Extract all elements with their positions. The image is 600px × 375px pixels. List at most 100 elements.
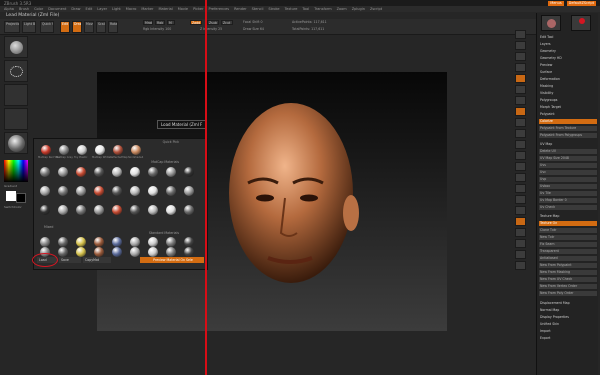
- texture-new-from-uv-check-button[interactable]: New From UV Check: [539, 277, 597, 282]
- view-control-icon[interactable]: [515, 140, 526, 149]
- tool-thumbnail[interactable]: [541, 15, 561, 31]
- matcap-material-swatch[interactable]: [112, 205, 122, 215]
- uv-uvc-button[interactable]: Uvc: [539, 170, 597, 175]
- quick-material-swatch[interactable]: [113, 145, 123, 155]
- standard-material-swatch[interactable]: [130, 237, 140, 247]
- standard-material-swatch[interactable]: [94, 237, 104, 247]
- head-model[interactable]: [213, 98, 373, 306]
- standard-material-swatch[interactable]: [184, 247, 194, 257]
- matcap-material-swatch[interactable]: [148, 186, 158, 196]
- standard-material-swatch[interactable]: [166, 237, 176, 247]
- view-control-icon[interactable]: [515, 63, 526, 72]
- standard-material-swatch[interactable]: [112, 247, 122, 257]
- view-control-icon[interactable]: [515, 195, 526, 204]
- secondary-color-swatch[interactable]: [16, 193, 26, 203]
- view-control-icon[interactable]: [515, 85, 526, 94]
- standard-material-swatch[interactable]: [148, 237, 158, 247]
- standard-material-swatch[interactable]: [58, 247, 68, 257]
- standard-material-swatch[interactable]: [40, 237, 50, 247]
- quick-material-swatch[interactable]: [59, 145, 69, 155]
- view-control-icon[interactable]: [515, 151, 526, 160]
- view-control-icon[interactable]: [515, 107, 526, 116]
- texture-new-from-vertex-order-button[interactable]: New From Vertex Order: [539, 284, 597, 289]
- view-control-icon[interactable]: [515, 250, 526, 259]
- alpha-selector[interactable]: [4, 84, 28, 106]
- menu-item-zscript[interactable]: Zscript: [370, 7, 382, 11]
- matcap-material-swatch[interactable]: [76, 167, 86, 177]
- uv-uv-map-border-0-button[interactable]: Uv Map Border 0: [539, 198, 597, 203]
- standard-material-swatch[interactable]: [148, 247, 158, 257]
- focal-shift-slider[interactable]: Focal Shift 0: [243, 20, 273, 24]
- matcap-material-swatch[interactable]: [166, 167, 176, 177]
- material-selector[interactable]: [4, 132, 28, 154]
- matcap-material-swatch[interactable]: [94, 186, 104, 196]
- quick-sketch-button[interactable]: Quick Sketch: [40, 21, 54, 33]
- standard-material-swatch[interactable]: [76, 237, 86, 247]
- view-control-icon[interactable]: [515, 228, 526, 237]
- standard-material-swatch[interactable]: [166, 247, 176, 257]
- subpalette-polygroups[interactable]: Polygroups: [539, 98, 597, 103]
- texture-clone-txtr-button[interactable]: Clone Txtr: [539, 228, 597, 233]
- uv-delete-uv-button[interactable]: Delete UV: [539, 149, 597, 154]
- menu-item-light[interactable]: Light: [112, 7, 121, 11]
- brush-selector[interactable]: [4, 36, 28, 58]
- standard-material-swatch[interactable]: [130, 247, 140, 257]
- move-button[interactable]: Move: [84, 21, 94, 33]
- matcap-material-swatch[interactable]: [40, 167, 50, 177]
- texture-selector[interactable]: [4, 108, 28, 130]
- subpalette-import[interactable]: Import: [539, 329, 597, 334]
- polypaint-polypaint-from-polygroups-button[interactable]: Polypaint From Polygroups: [539, 133, 597, 138]
- subpalette-surface[interactable]: Surface: [539, 70, 597, 75]
- view-control-icon[interactable]: [515, 184, 526, 193]
- matcap-material-swatch[interactable]: [58, 167, 68, 177]
- standard-material-swatch[interactable]: [58, 237, 68, 247]
- matcap-material-swatch[interactable]: [184, 205, 194, 215]
- menu-item-document[interactable]: Document: [48, 7, 66, 11]
- menu-item-stroke[interactable]: Stroke: [268, 7, 279, 11]
- matcap-material-swatch[interactable]: [184, 186, 194, 196]
- switch-color-label[interactable]: SwitchColor: [4, 205, 28, 210]
- menu-item-macro[interactable]: Macro: [126, 7, 137, 11]
- view-control-icon[interactable]: [515, 217, 526, 226]
- subpalette-uv-map[interactable]: UV Map: [539, 142, 597, 147]
- menu-item-alpha[interactable]: Alpha: [4, 7, 14, 11]
- menu-item-preferences[interactable]: Preferences: [209, 7, 230, 11]
- subpalette-texture-map[interactable]: Texture Map: [539, 214, 597, 219]
- matcap-material-swatch[interactable]: [130, 205, 140, 215]
- matcap-material-swatch[interactable]: [58, 205, 68, 215]
- menus-badge[interactable]: Menus: [548, 0, 564, 6]
- menu-item-texture[interactable]: Texture: [285, 7, 298, 11]
- matcap-material-swatch[interactable]: [112, 167, 122, 177]
- rgb-button[interactable]: Rgb: [155, 20, 165, 25]
- subpalette-visibility[interactable]: Visibility: [539, 91, 597, 96]
- main-color-swatch[interactable]: [6, 191, 16, 201]
- subpalette-layers[interactable]: Layers: [539, 42, 597, 47]
- matcap-material-swatch[interactable]: [76, 186, 86, 196]
- subpalette-geometry-hd[interactable]: Geometry HD: [539, 56, 597, 61]
- menu-item-brush[interactable]: Brush: [19, 7, 29, 11]
- scale-button[interactable]: Scale: [96, 21, 106, 33]
- matcap-material-swatch[interactable]: [76, 205, 86, 215]
- menu-item-picker[interactable]: Picker: [193, 7, 203, 11]
- menu-item-edit[interactable]: Edit: [86, 7, 93, 11]
- texture-new-from-masking-button[interactable]: New From Masking: [539, 270, 597, 275]
- subpalette-display-properties[interactable]: Display Properties: [539, 315, 597, 320]
- view-control-icon[interactable]: [515, 206, 526, 215]
- matcap-material-swatch[interactable]: [58, 186, 68, 196]
- polypaint-colorize-button[interactable]: Colorize: [539, 119, 597, 124]
- texture-new-txtr-button[interactable]: New Txtr: [539, 235, 597, 240]
- view-control-icon[interactable]: [515, 96, 526, 105]
- texture-new-from-poly-order-button[interactable]: New From Poly Order: [539, 291, 597, 296]
- rgb-intensity-slider[interactable]: Rgb Intensity 100: [143, 27, 179, 31]
- zsub-button[interactable]: Zsub: [207, 20, 219, 25]
- subpalette-polypaint[interactable]: Polypaint: [539, 112, 597, 117]
- uv-uvp-button[interactable]: Uvp: [539, 177, 597, 182]
- uv-uv-tile-button[interactable]: Uv Tile: [539, 191, 597, 196]
- menu-item-tool[interactable]: Tool: [302, 7, 309, 11]
- texture-transparent-button[interactable]: Transparent: [539, 249, 597, 254]
- uv-uv-check-button[interactable]: Uv Check: [539, 205, 597, 210]
- matcap-material-swatch[interactable]: [94, 205, 104, 215]
- polymesh-thumbnail[interactable]: [571, 15, 591, 31]
- edit-button[interactable]: Edit: [60, 21, 70, 33]
- quick-material-swatch[interactable]: [77, 145, 87, 155]
